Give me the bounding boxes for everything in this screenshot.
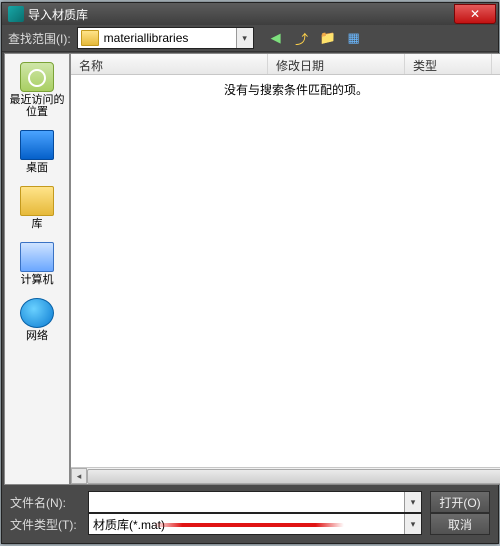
lookin-label: 查找范围(I): bbox=[8, 30, 71, 47]
sidebar-item-library[interactable]: 库 bbox=[5, 182, 69, 234]
chevron-down-icon: ▾ bbox=[411, 497, 416, 508]
column-header-type[interactable]: 类型 bbox=[405, 54, 492, 74]
filename-label: 文件名(N): bbox=[10, 494, 80, 511]
filetype-label: 文件类型(T): bbox=[10, 516, 80, 533]
chevron-down-icon: ▾ bbox=[242, 33, 247, 44]
sidebar-item-computer[interactable]: 计算机 bbox=[5, 238, 69, 290]
recent-places-icon bbox=[20, 62, 54, 92]
filetype-combo[interactable]: ▾ bbox=[88, 513, 422, 535]
sidebar-item-network[interactable]: 网络 bbox=[5, 294, 69, 346]
toolbar: 查找范围(I): ▾ ◀ ⤴ 📁 ▦ bbox=[2, 25, 498, 52]
sidebar-item-label: 最近访问的位置 bbox=[5, 94, 69, 118]
sidebar-item-recent[interactable]: 最近访问的位置 bbox=[5, 58, 69, 122]
lookin-combo[interactable]: ▾ bbox=[77, 27, 254, 49]
file-list-area[interactable]: 没有与搜索条件匹配的项。 bbox=[71, 75, 500, 467]
import-material-library-dialog: 导入材质库 ✕ 查找范围(I): ▾ ◀ ⤴ 📁 ▦ 最近访问的位置 bbox=[1, 2, 499, 544]
empty-message: 没有与搜索条件匹配的项。 bbox=[224, 81, 368, 467]
sidebar-item-label: 库 bbox=[32, 218, 43, 230]
sidebar-item-label: 桌面 bbox=[26, 162, 48, 174]
title-bar: 导入材质库 ✕ bbox=[2, 3, 498, 25]
toolbar-icons: ◀ ⤴ 📁 ▦ bbox=[268, 30, 362, 46]
filetype-input[interactable] bbox=[89, 515, 404, 533]
places-sidebar: 最近访问的位置 桌面 库 计算机 网络 bbox=[4, 53, 70, 485]
computer-icon bbox=[20, 242, 54, 272]
bottom-panel: 文件名(N): ▾ 打开(O) 文件类型(T): ▾ 取消 bbox=[4, 487, 496, 541]
column-headers: 名称 修改日期 类型 大 bbox=[71, 54, 500, 75]
views-icon[interactable]: ▦ bbox=[346, 30, 362, 46]
lookin-dropdown-button[interactable]: ▾ bbox=[236, 28, 253, 48]
scroll-thumb[interactable] bbox=[87, 469, 500, 484]
app-icon bbox=[8, 6, 24, 22]
desktop-icon bbox=[20, 130, 54, 160]
cancel-button[interactable]: 取消 bbox=[430, 513, 490, 535]
new-folder-icon[interactable]: 📁 bbox=[320, 30, 336, 46]
filename-input[interactable] bbox=[89, 493, 404, 511]
close-button[interactable]: ✕ bbox=[454, 4, 496, 24]
horizontal-scrollbar[interactable]: ◂ ▸ bbox=[71, 467, 500, 484]
filetype-row: 文件类型(T): ▾ 取消 bbox=[10, 513, 490, 535]
folder-icon bbox=[81, 30, 99, 46]
window-title: 导入材质库 bbox=[28, 6, 454, 23]
scroll-left-button[interactable]: ◂ bbox=[71, 468, 87, 484]
filename-combo[interactable]: ▾ bbox=[88, 491, 422, 513]
column-header-size[interactable]: 大 bbox=[492, 54, 500, 74]
dialog-body: 最近访问的位置 桌面 库 计算机 网络 名称 修改日期 bbox=[4, 53, 496, 485]
chevron-down-icon: ▾ bbox=[411, 519, 416, 530]
back-icon[interactable]: ◀ bbox=[268, 30, 284, 46]
file-list-pane: 名称 修改日期 类型 大 没有与搜索条件匹配的项。 ◂ ▸ bbox=[70, 53, 500, 485]
column-header-name[interactable]: 名称 bbox=[71, 54, 268, 74]
open-button[interactable]: 打开(O) bbox=[430, 491, 490, 513]
column-header-date[interactable]: 修改日期 bbox=[268, 54, 405, 74]
sidebar-item-desktop[interactable]: 桌面 bbox=[5, 126, 69, 178]
close-icon: ✕ bbox=[470, 7, 480, 21]
lookin-input[interactable] bbox=[102, 29, 236, 47]
sidebar-item-label: 计算机 bbox=[21, 274, 54, 286]
filename-dropdown-button[interactable]: ▾ bbox=[404, 492, 421, 512]
library-icon bbox=[20, 186, 54, 216]
network-icon bbox=[20, 298, 54, 328]
up-one-level-icon[interactable]: ⤴ bbox=[294, 30, 310, 46]
sidebar-item-label: 网络 bbox=[26, 330, 48, 342]
filename-row: 文件名(N): ▾ 打开(O) bbox=[10, 491, 490, 513]
filetype-dropdown-button[interactable]: ▾ bbox=[404, 514, 421, 534]
